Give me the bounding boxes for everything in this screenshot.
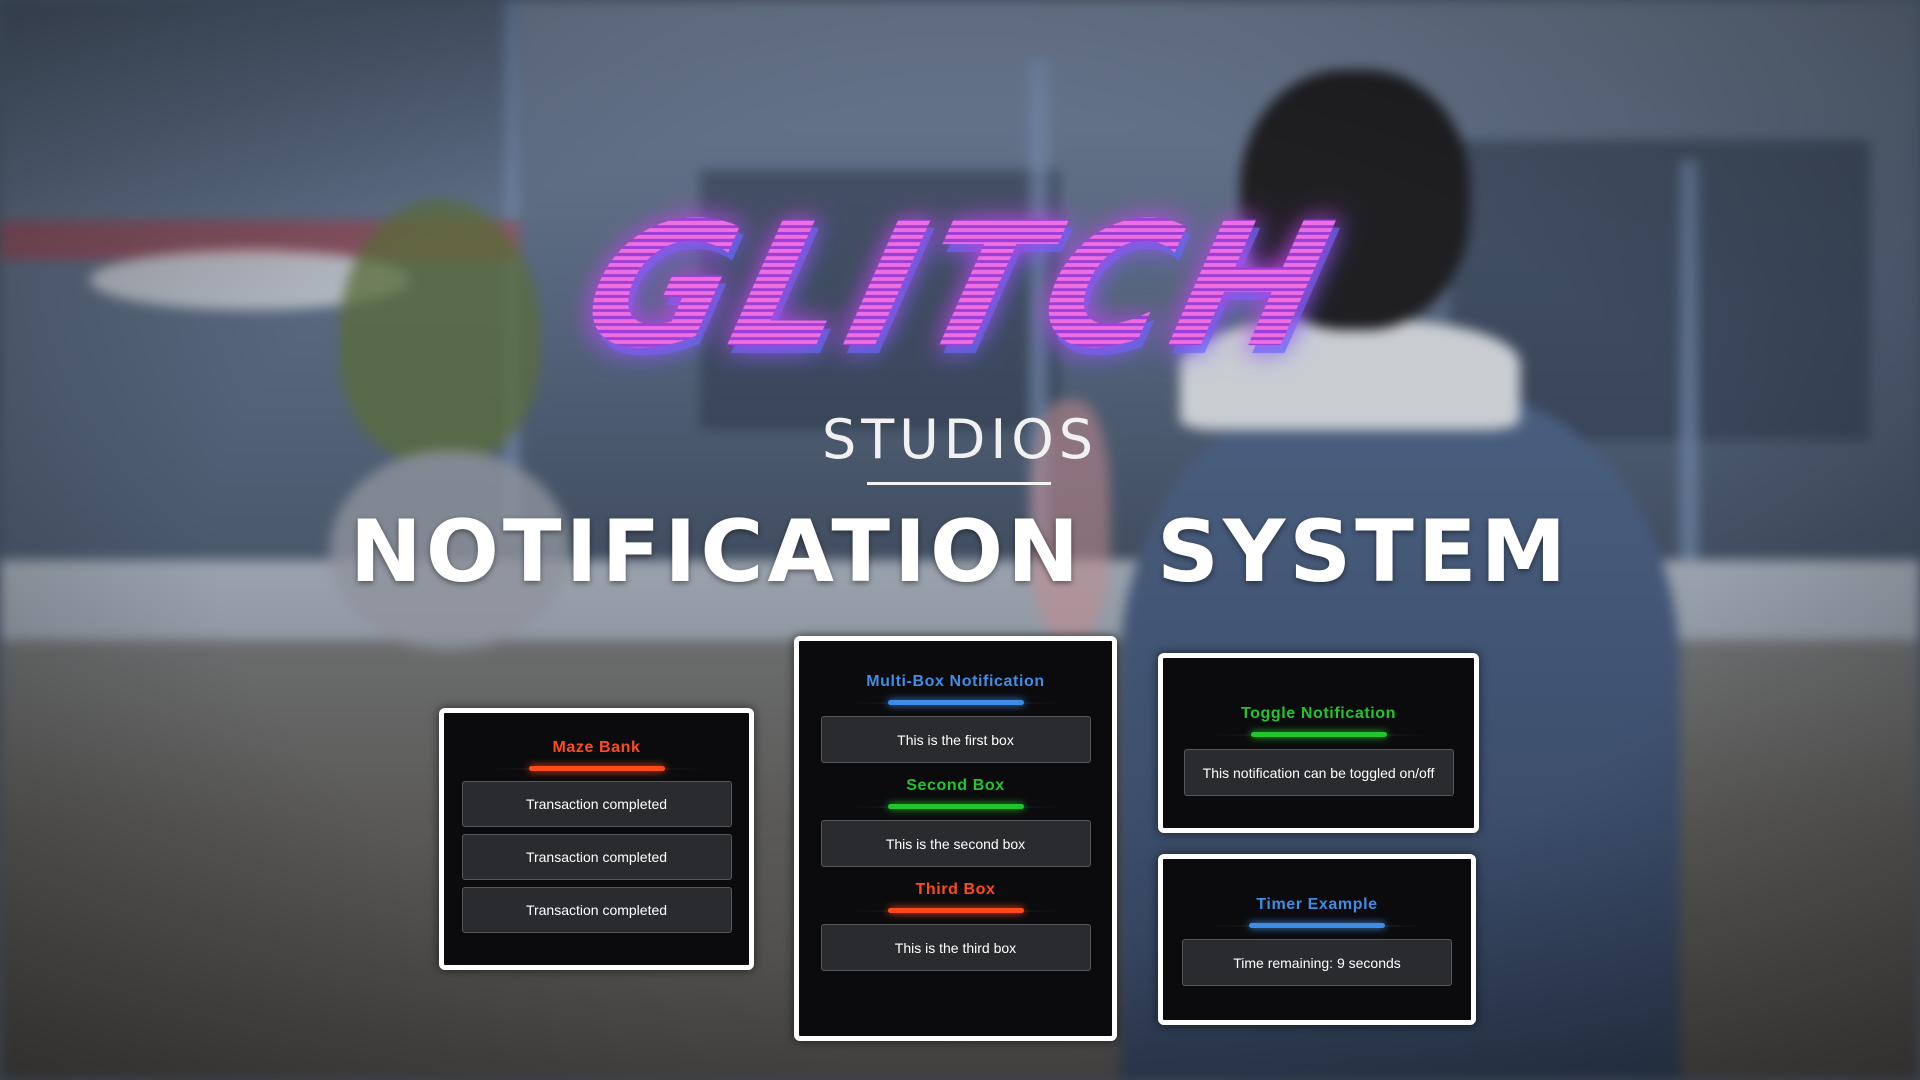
- timer-separator: [1209, 922, 1425, 930]
- third-box-message: This is the third box: [820, 924, 1091, 971]
- separator-bar: [1250, 732, 1387, 737]
- maze-bank-notification: Maze Bank Transaction completed Transact…: [439, 708, 754, 970]
- separator-bar: [887, 908, 1024, 913]
- multi-box-title: Multi-Box Notification: [866, 673, 1045, 690]
- third-box-separator: [847, 907, 1064, 915]
- maze-bank-message-3: Transaction completed: [461, 887, 732, 933]
- page-title: NOTIFICATION SYSTEM: [349, 502, 1571, 602]
- glitch-logo: GLITCH: [565, 185, 1355, 386]
- multi-box-separator: [847, 699, 1064, 707]
- studios-label: STUDIOS: [821, 408, 1099, 471]
- toggle-message: This notification can be toggled on/off: [1183, 749, 1454, 796]
- studios-underline: [867, 482, 1051, 485]
- maze-bank-separator: [488, 765, 705, 773]
- toggle-title: Toggle Notification: [1240, 705, 1397, 722]
- timer-title: Timer Example: [1256, 896, 1378, 913]
- toggle-notification: Toggle Notification This notification ca…: [1158, 653, 1479, 833]
- maze-bank-title: Maze Bank: [552, 739, 641, 756]
- maze-bank-message-2: Transaction completed: [461, 834, 732, 880]
- timer-notification: Timer Example Time remaining: 9 seconds: [1158, 854, 1476, 1025]
- second-box-message: This is the second box: [820, 820, 1091, 867]
- first-box-message: This is the first box: [820, 716, 1091, 763]
- toggle-separator: [1210, 731, 1427, 739]
- separator-bar: [528, 766, 665, 771]
- second-box-title: Second Box: [906, 777, 1005, 794]
- logo-container: GLITCH: [0, 185, 1920, 386]
- separator-bar: [1249, 923, 1385, 928]
- separator-bar: [887, 804, 1024, 809]
- maze-bank-message-1: Transaction completed: [461, 781, 732, 827]
- second-box-separator: [847, 803, 1064, 811]
- third-box-title: Third Box: [915, 881, 996, 898]
- separator-bar: [887, 700, 1024, 705]
- timer-message: Time remaining: 9 seconds: [1182, 939, 1452, 986]
- multi-box-notification: Multi-Box Notification This is the first…: [794, 636, 1117, 1041]
